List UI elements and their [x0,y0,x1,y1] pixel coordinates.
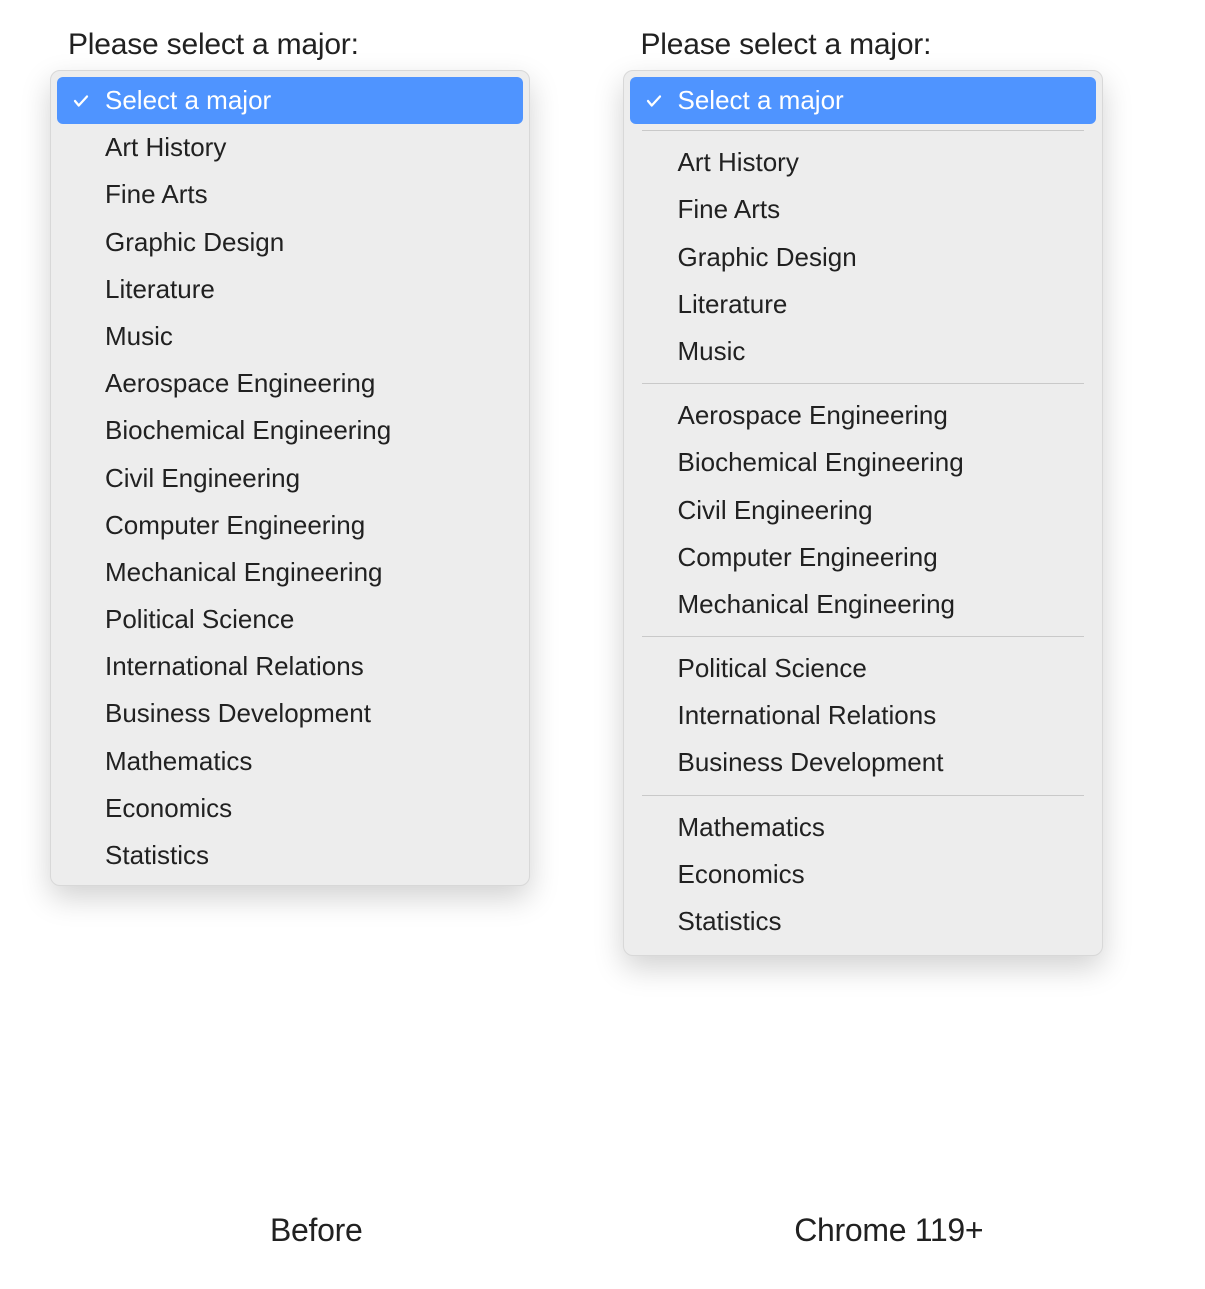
select-option-label: Fine Arts [105,179,208,210]
select-option[interactable]: Music [630,328,1096,375]
select-option-label: Mathematics [105,746,252,777]
checkmark-icon [69,92,93,110]
select-option-list-grouped: Art History Fine Arts Graphic Design Litera… [630,137,1096,947]
select-option[interactable]: Civil Engineering [57,455,523,502]
group-separator [642,636,1084,637]
select-option[interactable]: Mechanical Engineering [57,549,523,596]
select-option-label: Computer Engineering [678,542,938,573]
select-option-label: Art History [678,147,799,178]
select-option-label: Aerospace Engineering [678,400,948,431]
select-option-label: Literature [678,289,788,320]
select-option-label: Computer Engineering [105,510,365,541]
select-option[interactable]: Civil Engineering [630,487,1096,534]
select-option-group: Mathematics Economics Statistics [630,802,1096,948]
select-option-label: Art History [105,132,226,163]
caption-before: Before [50,1212,583,1249]
select-option-label: Mechanical Engineering [105,557,383,588]
select-option[interactable]: International Relations [630,692,1096,739]
select-option-label: Select a major [105,85,271,116]
select-option-label: Statistics [105,840,209,871]
select-prompt-label: Please select a major: [68,28,359,62]
select-option-label: Mechanical Engineering [678,589,956,620]
select-option-label: Graphic Design [678,242,857,273]
select-option[interactable]: International Relations [57,643,523,690]
select-option-label: Economics [105,793,232,824]
select-option-label: Aerospace Engineering [105,368,375,399]
select-option[interactable]: Graphic Design [630,234,1096,281]
select-option[interactable]: Aerospace Engineering [630,392,1096,439]
select-option[interactable]: Business Development [630,739,1096,786]
select-option-label: Biochemical Engineering [678,447,964,478]
select-option-group: Art History Fine Arts Graphic Design Litera… [630,137,1096,377]
select-option-label: Music [678,336,746,367]
select-option-list: Art History Fine Arts Graphic Design Litera… [57,124,523,879]
select-popup-after[interactable]: Select a major Art History Fine Arts Graph… [623,70,1103,956]
select-option-group: Aerospace Engineering Biochemical Enginee… [630,390,1096,630]
select-option-label: International Relations [678,700,937,731]
select-option-selected[interactable]: Select a major [57,77,523,124]
select-option-label: Statistics [678,906,782,937]
checkmark-icon [642,92,666,110]
select-option[interactable]: Biochemical Engineering [630,439,1096,486]
select-option-label: Economics [678,859,805,890]
select-option-label: International Relations [105,651,364,682]
select-option-label: Music [105,321,173,352]
select-option-label: Business Development [105,698,371,729]
after-column: Please select a major: Select a major Ar… [623,28,1156,956]
select-option[interactable]: Fine Arts [57,171,523,218]
select-option[interactable]: Art History [57,124,523,171]
group-separator [642,383,1084,384]
before-column: Please select a major: Select a major Ar… [50,28,583,886]
caption-after: Chrome 119+ [623,1212,1156,1249]
group-separator [642,795,1084,796]
select-option[interactable]: Literature [57,266,523,313]
caption-row: Before Chrome 119+ [0,1212,1205,1289]
select-option[interactable]: Aerospace Engineering [57,360,523,407]
select-popup-before[interactable]: Select a major Art History Fine Arts Graph… [50,70,530,886]
select-option[interactable]: Computer Engineering [57,502,523,549]
select-prompt-label: Please select a major: [641,28,932,62]
select-option-label: Fine Arts [678,194,781,225]
select-option[interactable]: Economics [57,785,523,832]
select-option[interactable]: Mathematics [630,804,1096,851]
select-option[interactable]: Literature [630,281,1096,328]
select-option-label: Mathematics [678,812,825,843]
select-option[interactable]: Computer Engineering [630,534,1096,581]
select-option-label: Civil Engineering [678,495,873,526]
select-option-label: Biochemical Engineering [105,415,391,446]
select-option-label: Political Science [105,604,294,635]
select-option-selected[interactable]: Select a major [630,77,1096,124]
comparison-canvas: Please select a major: Select a major Ar… [0,0,1205,1222]
select-option-label: Business Development [678,747,944,778]
select-option[interactable]: Statistics [630,898,1096,945]
select-option[interactable]: Business Development [57,690,523,737]
select-option[interactable]: Political Science [630,645,1096,692]
select-option[interactable]: Mathematics [57,738,523,785]
select-option[interactable]: Art History [630,139,1096,186]
select-option-label: Graphic Design [105,227,284,258]
select-option[interactable]: Mechanical Engineering [630,581,1096,628]
select-option-label: Political Science [678,653,867,684]
select-option-label: Literature [105,274,215,305]
select-option[interactable]: Fine Arts [630,186,1096,233]
select-option[interactable]: Statistics [57,832,523,879]
select-option-label: Select a major [678,85,844,116]
select-option[interactable]: Economics [630,851,1096,898]
select-option-group: Political Science International Relations… [630,643,1096,789]
select-option-label: Civil Engineering [105,463,300,494]
group-separator [642,130,1084,131]
select-option[interactable]: Biochemical Engineering [57,407,523,454]
select-option[interactable]: Political Science [57,596,523,643]
select-option[interactable]: Graphic Design [57,219,523,266]
select-option[interactable]: Music [57,313,523,360]
